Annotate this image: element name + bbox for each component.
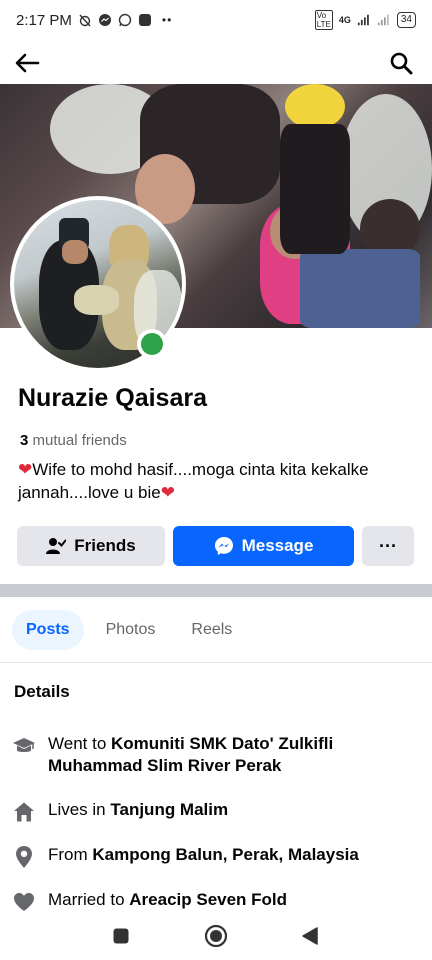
- detail-relationship[interactable]: Married to Areacip Seven Fold: [12, 889, 422, 914]
- triangle-back-icon: [302, 927, 318, 945]
- search-button[interactable]: [386, 48, 416, 78]
- message-button[interactable]: Message: [173, 526, 354, 566]
- detail-lives[interactable]: Lives in Tanjung Malim: [12, 799, 422, 824]
- tab-photos[interactable]: Photos: [92, 610, 170, 650]
- home-icon: [12, 800, 36, 824]
- app-bar: [0, 40, 432, 84]
- search-icon: [390, 52, 413, 75]
- system-navigation-bar: [0, 912, 432, 960]
- recent-apps-button[interactable]: [109, 924, 133, 948]
- message-button-label: Message: [241, 536, 314, 555]
- heart-icon: ❤: [160, 483, 175, 502]
- network-type: 4G: [338, 15, 351, 25]
- signal-secondary-icon: [377, 13, 391, 27]
- more-notifications-icon: ••: [161, 13, 173, 27]
- detail-education-text: Went to Komuniti SMK Dato' Zulkifli Muha…: [48, 733, 422, 777]
- profile-name: Nurazie Qaisara: [18, 384, 207, 412]
- battery-indicator: 34: [396, 12, 416, 28]
- detail-prefix: Went to: [48, 734, 107, 753]
- status-bar: 2:17 PM •• Vo LTE 4G 34: [0, 0, 432, 40]
- friend-check-icon: [46, 538, 67, 554]
- details-heading: Details: [14, 682, 70, 701]
- signal-icon: [357, 13, 371, 27]
- more-dots-icon: ···: [379, 535, 397, 556]
- profile-tabs: Posts Photos Reels: [12, 610, 246, 650]
- spouse-link[interactable]: Areacip Seven Fold: [129, 890, 287, 909]
- detail-prefix: Lives in: [48, 800, 106, 819]
- tab-posts[interactable]: Posts: [12, 610, 84, 650]
- heart-icon: ❤: [18, 460, 33, 479]
- friends-button[interactable]: Friends: [17, 526, 165, 566]
- status-time: 2:17 PM: [16, 11, 72, 29]
- bio-text: Wife to mohd hasif....moga cinta kita ke…: [18, 460, 369, 502]
- friends-button-label: Friends: [74, 536, 136, 555]
- mutual-friends[interactable]: 3 mutual friends: [20, 432, 127, 449]
- detail-education[interactable]: Went to Komuniti SMK Dato' Zulkifli Muha…: [12, 733, 422, 777]
- heart-relationship-icon: [12, 890, 36, 914]
- mutual-friends-label: mutual friends: [32, 432, 127, 449]
- detail-from[interactable]: From Kampong Balun, Perak, Malaysia: [12, 844, 422, 869]
- app-notification-icon: [138, 13, 152, 27]
- whatsapp-notification-icon: [118, 13, 132, 27]
- system-back-button[interactable]: [298, 924, 322, 948]
- section-divider: [0, 584, 432, 597]
- mutual-friends-count: 3: [20, 432, 29, 449]
- alarm-off-icon: [78, 13, 92, 27]
- volte-icon: Vo LTE: [314, 10, 333, 30]
- more-options-button[interactable]: ···: [362, 526, 414, 566]
- detail-prefix: From: [48, 845, 88, 864]
- graduation-cap-icon: [12, 734, 36, 758]
- home-circle-icon: [204, 924, 228, 948]
- detail-lives-text: Lives in Tanjung Malim: [48, 799, 228, 821]
- square-icon: [113, 928, 129, 944]
- location-pin-icon: [12, 845, 36, 869]
- tabs-divider: [0, 662, 432, 663]
- online-status-indicator: [137, 329, 167, 359]
- detail-prefix: Married to: [48, 890, 125, 909]
- messenger-icon: [214, 537, 233, 555]
- tab-reels[interactable]: Reels: [177, 610, 246, 650]
- profile-bio: ❤Wife to mohd hasif....moga cinta kita k…: [18, 458, 418, 504]
- detail-relationship-text: Married to Areacip Seven Fold: [48, 889, 287, 911]
- lives-place-link[interactable]: Tanjung Malim: [110, 800, 228, 819]
- back-arrow-icon: [15, 53, 40, 73]
- home-button[interactable]: [204, 924, 228, 948]
- messenger-notification-icon: [98, 13, 112, 27]
- back-button[interactable]: [12, 48, 42, 78]
- from-place-link[interactable]: Kampong Balun, Perak, Malaysia: [92, 845, 358, 864]
- detail-from-text: From Kampong Balun, Perak, Malaysia: [48, 844, 359, 866]
